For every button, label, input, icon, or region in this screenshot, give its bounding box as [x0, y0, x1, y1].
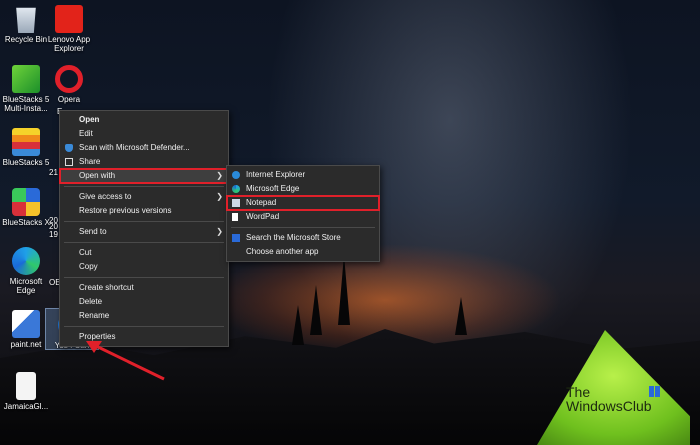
menu-separator [64, 221, 224, 222]
watermark-line2: WindowsClub [566, 398, 652, 414]
document-icon [16, 372, 36, 400]
menu-item-rename[interactable]: Rename [60, 309, 228, 323]
submenu-item-search-store[interactable]: Search the Microsoft Store [227, 231, 379, 245]
bluestacks-icon [12, 128, 40, 156]
menu-item-label: Create shortcut [79, 283, 134, 292]
desktop-icon-label: BlueStacks 5 [2, 158, 50, 167]
partial-label: 19 [49, 230, 58, 239]
recycle-bin-icon [16, 7, 36, 33]
chevron-right-icon: ❯ [216, 227, 223, 236]
microsoft-edge-icon [232, 185, 240, 193]
desktop-icon-label: BlueStacks X [2, 218, 50, 227]
microsoft-edge-icon [12, 247, 40, 275]
menu-separator [64, 186, 224, 187]
tree-silhouette [338, 255, 350, 325]
menu-separator [231, 227, 375, 228]
menu-item-label: Edit [79, 129, 93, 138]
partial-label: 21 [49, 168, 58, 177]
menu-item-open[interactable]: Open [60, 113, 228, 127]
submenu-item-label: Notepad [246, 198, 277, 207]
lenovo-app-explorer-icon [55, 5, 83, 33]
windows-logo-icon [649, 386, 660, 397]
notepad-icon [232, 199, 240, 207]
menu-item-label: Rename [79, 311, 110, 320]
submenu-item-internet-explorer[interactable]: Internet Explorer [227, 168, 379, 182]
desktop-icon-label: Opera [57, 95, 81, 104]
tree-silhouette [310, 285, 322, 335]
menu-item-create-shortcut[interactable]: Create shortcut [60, 281, 228, 295]
paint-net-icon [12, 310, 40, 338]
submenu-item-label: WordPad [246, 212, 280, 221]
menu-item-label: Restore previous versions [79, 206, 172, 215]
menu-item-label: Give access to [79, 192, 132, 201]
context-menu: Open Edit Scan with Microsoft Defender..… [59, 110, 229, 347]
menu-item-edit[interactable]: Edit [60, 127, 228, 141]
desktop-icon-microsoft-edge[interactable]: Microsoft Edge [0, 247, 52, 295]
menu-item-label: Open with [79, 171, 116, 180]
menu-item-share[interactable]: Share [60, 155, 228, 169]
menu-item-label: Send to [79, 227, 107, 236]
menu-item-send-to[interactable]: Send to ❯ [60, 225, 228, 239]
desktop-icon-bluestacks-x[interactable]: BlueStacks X [0, 188, 52, 227]
desktop-icon-opera[interactable]: Opera [43, 65, 95, 104]
desktop-icon-lenovo-app-explorer[interactable]: Lenovo App Explorer [43, 5, 95, 53]
microsoft-store-icon [232, 234, 240, 242]
desktop-icon-jamaica[interactable]: JamaicaGl... [0, 372, 52, 411]
menu-item-label: Delete [79, 297, 103, 306]
menu-separator [64, 277, 224, 278]
submenu-item-label: Internet Explorer [246, 170, 306, 179]
chevron-right-icon: ❯ [216, 171, 223, 180]
arrow-shaft [93, 343, 165, 381]
menu-item-copy[interactable]: Copy [60, 260, 228, 274]
menu-item-label: Copy [79, 262, 98, 271]
menu-item-restore-versions[interactable]: Restore previous versions [60, 204, 228, 218]
submenu-item-label: Choose another app [246, 247, 319, 256]
open-with-submenu: Internet Explorer Microsoft Edge Notepad… [226, 165, 380, 262]
submenu-item-choose-another-app[interactable]: Choose another app [227, 245, 379, 259]
bluestacks-x-icon [12, 188, 40, 216]
menu-item-give-access[interactable]: Give access to ❯ [60, 190, 228, 204]
submenu-item-microsoft-edge[interactable]: Microsoft Edge [227, 182, 379, 196]
tree-silhouette [455, 297, 467, 335]
desktop-icon-bluestacks[interactable]: BlueStacks 5 [0, 128, 52, 167]
menu-item-open-with[interactable]: Open with ❯ [59, 168, 229, 184]
menu-separator [64, 242, 224, 243]
desktop-icon-label: Lenovo App Explorer [47, 35, 91, 53]
menu-separator [64, 326, 224, 327]
menu-item-scan-defender[interactable]: Scan with Microsoft Defender... [60, 141, 228, 155]
defender-shield-icon [65, 144, 73, 152]
submenu-item-label: Search the Microsoft Store [246, 233, 341, 242]
tree-silhouette [292, 305, 304, 345]
watermark: The WindowsClub [566, 385, 652, 413]
desktop-icon-label: JamaicaGl... [3, 402, 49, 411]
opera-icon [55, 65, 83, 93]
menu-item-label: Cut [79, 248, 92, 257]
menu-item-delete[interactable]: Delete [60, 295, 228, 309]
desktop-icon-label: Microsoft Edge [9, 277, 43, 295]
chevron-right-icon: ❯ [216, 192, 223, 201]
internet-explorer-icon [232, 171, 240, 179]
share-icon [65, 158, 73, 166]
submenu-item-notepad[interactable]: Notepad [226, 195, 380, 211]
wordpad-icon [232, 213, 238, 221]
submenu-item-label: Microsoft Edge [246, 184, 300, 193]
watermark-line1: The [566, 384, 591, 400]
annotation-arrow [86, 341, 165, 381]
submenu-item-wordpad[interactable]: WordPad [227, 210, 379, 224]
menu-item-label: Scan with Microsoft Defender... [79, 143, 190, 152]
menu-item-label: Open [79, 115, 100, 124]
bluestacks-multi-instance-icon [12, 65, 40, 93]
menu-item-label: Share [79, 157, 101, 166]
menu-item-cut[interactable]: Cut [60, 246, 228, 260]
